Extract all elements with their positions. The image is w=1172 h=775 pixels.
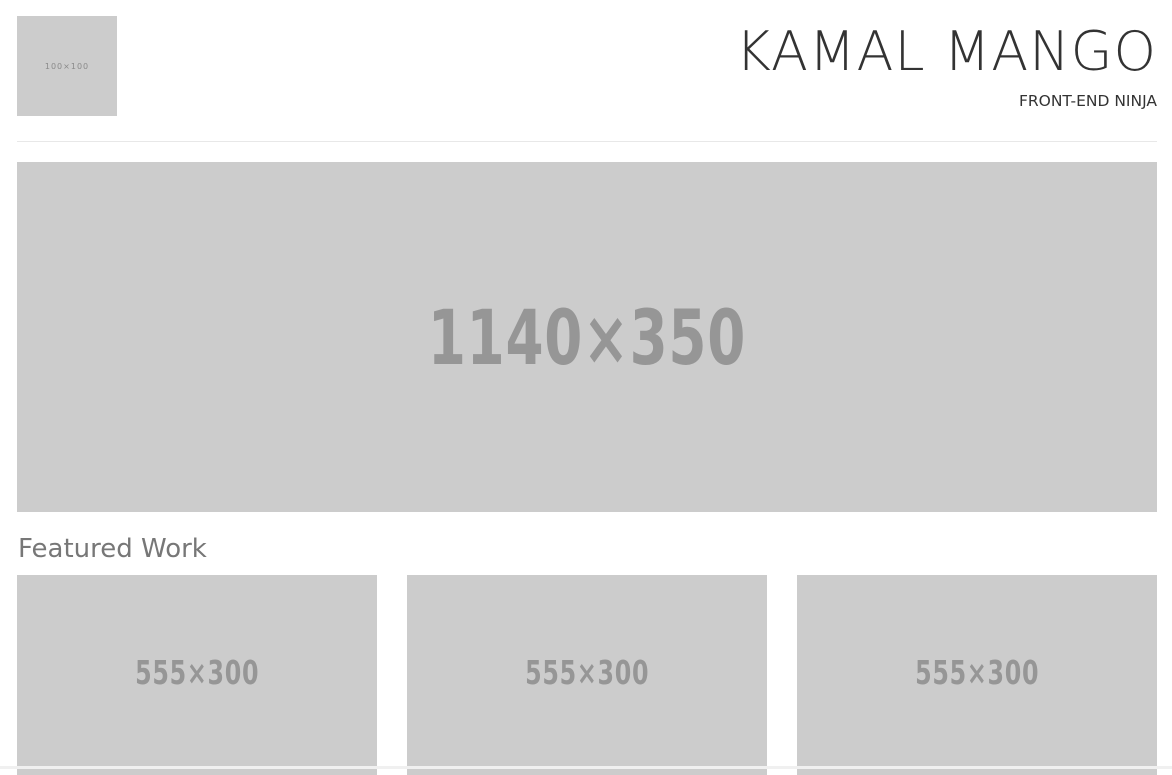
featured-work-placeholder-label: 555×300 (134, 653, 260, 692)
site-subtitle: FRONT-END NINJA (1018, 92, 1157, 110)
featured-work-item[interactable]: 555×300 (797, 575, 1157, 775)
site-title: KAMAL MANGO (735, 20, 1157, 83)
featured-work-placeholder-label: 555×300 (914, 653, 1040, 692)
logo-image: 100×100 (17, 16, 117, 116)
hero-image: 1140×350 (17, 162, 1157, 512)
featured-work-heading: Featured Work (18, 534, 207, 564)
logo-placeholder-label: 100×100 (44, 61, 90, 71)
featured-work-item[interactable]: 555×300 (17, 575, 377, 775)
featured-work-item[interactable]: 555×300 (407, 575, 767, 775)
hero-placeholder-label: 1140×350 (427, 292, 747, 382)
header-divider (17, 141, 1157, 142)
featured-work-placeholder-label: 555×300 (524, 653, 650, 692)
